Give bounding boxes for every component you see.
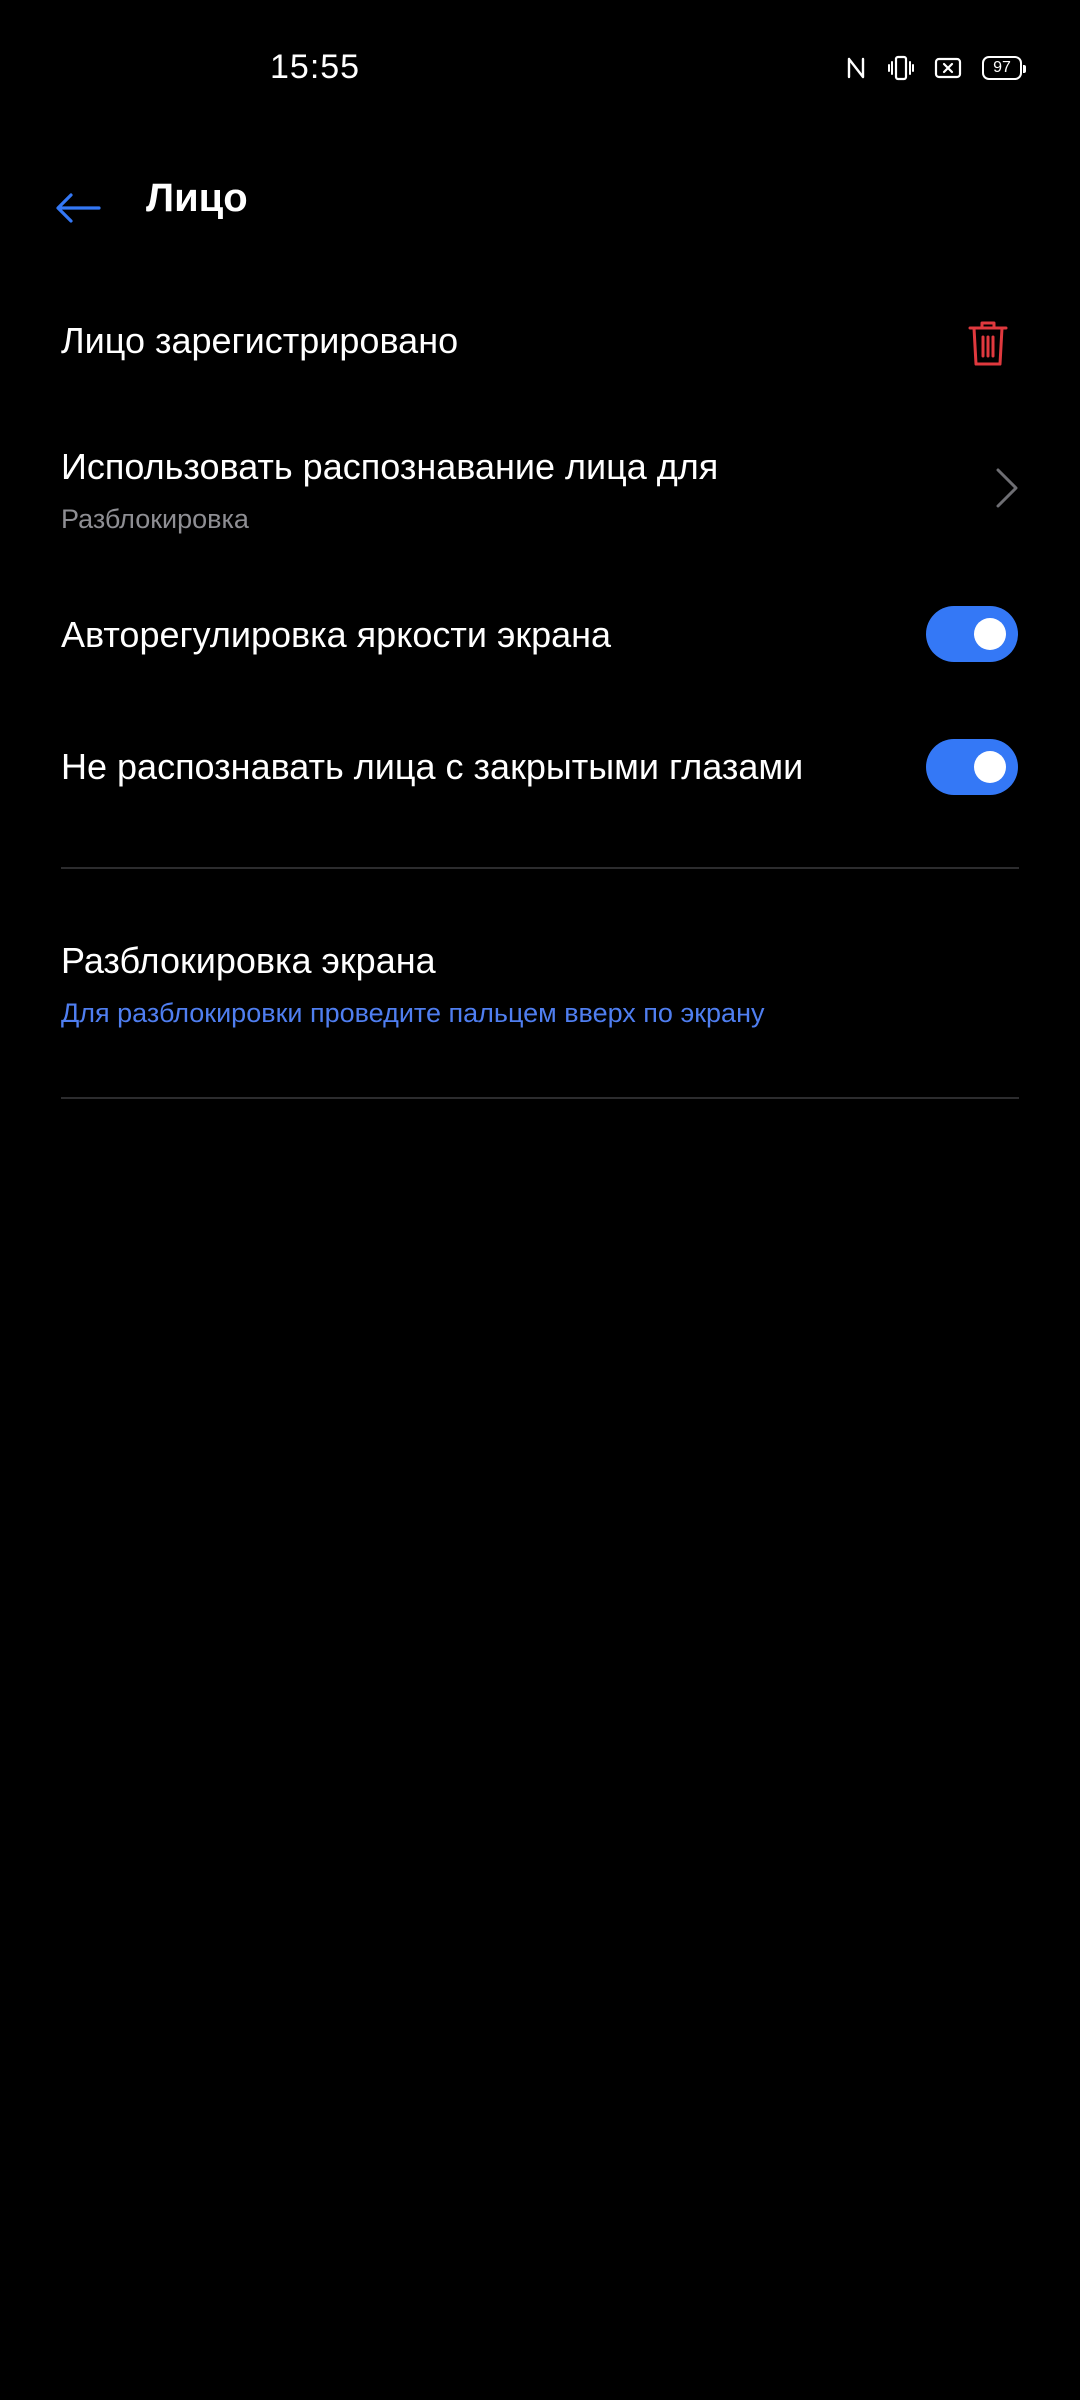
status-icons: 97 (846, 54, 1026, 82)
vibrate-icon (888, 54, 914, 82)
battery-icon: 97 (982, 56, 1026, 80)
face-registered-label: Лицо зарегистрировано (61, 320, 459, 361)
eyes-closed-toggle[interactable] (926, 739, 1018, 795)
use-face-for-row[interactable]: Использовать распознавание лица для Разб… (0, 430, 1080, 550)
status-time: 15:55 (270, 48, 361, 86)
eyes-closed-row: Не распознавать лица с закрытыми глазами (0, 722, 1080, 812)
use-face-for-label: Использовать распознавание лица для (61, 446, 719, 487)
no-sim-icon (934, 56, 962, 80)
section-divider (61, 1097, 1019, 1099)
trash-icon (968, 320, 1008, 373)
app-header: Лицо (0, 160, 1080, 280)
auto-brightness-toggle[interactable] (926, 606, 1018, 662)
auto-brightness-label: Авторегулировка яркости экрана (61, 614, 612, 655)
battery-level: 97 (993, 59, 1011, 76)
toggle-knob (974, 751, 1006, 783)
section-divider (61, 867, 1019, 869)
toggle-knob (974, 618, 1006, 650)
face-registered-row: Лицо зарегистрировано (0, 300, 1080, 390)
screen-unlock-label: Разблокировка экрана (61, 940, 436, 981)
screen-unlock-value: Для разблокировки проведите пальцем ввер… (61, 998, 765, 1028)
use-face-for-value: Разблокировка (61, 504, 249, 534)
eyes-closed-label: Не распознавать лица с закрытыми глазами (61, 746, 804, 787)
status-bar: 15:55 97 (0, 0, 1080, 140)
arrow-left-icon (55, 192, 101, 229)
auto-brightness-row: Авторегулировка яркости экрана (0, 590, 1080, 680)
page-title: Лицо (146, 176, 248, 220)
back-button[interactable] (48, 180, 108, 240)
nfc-icon (846, 55, 868, 81)
delete-face-button[interactable] (960, 318, 1016, 374)
screen-unlock-row[interactable]: Разблокировка экрана Для разблокировки п… (0, 920, 1080, 1040)
chevron-right-icon (992, 466, 1022, 510)
